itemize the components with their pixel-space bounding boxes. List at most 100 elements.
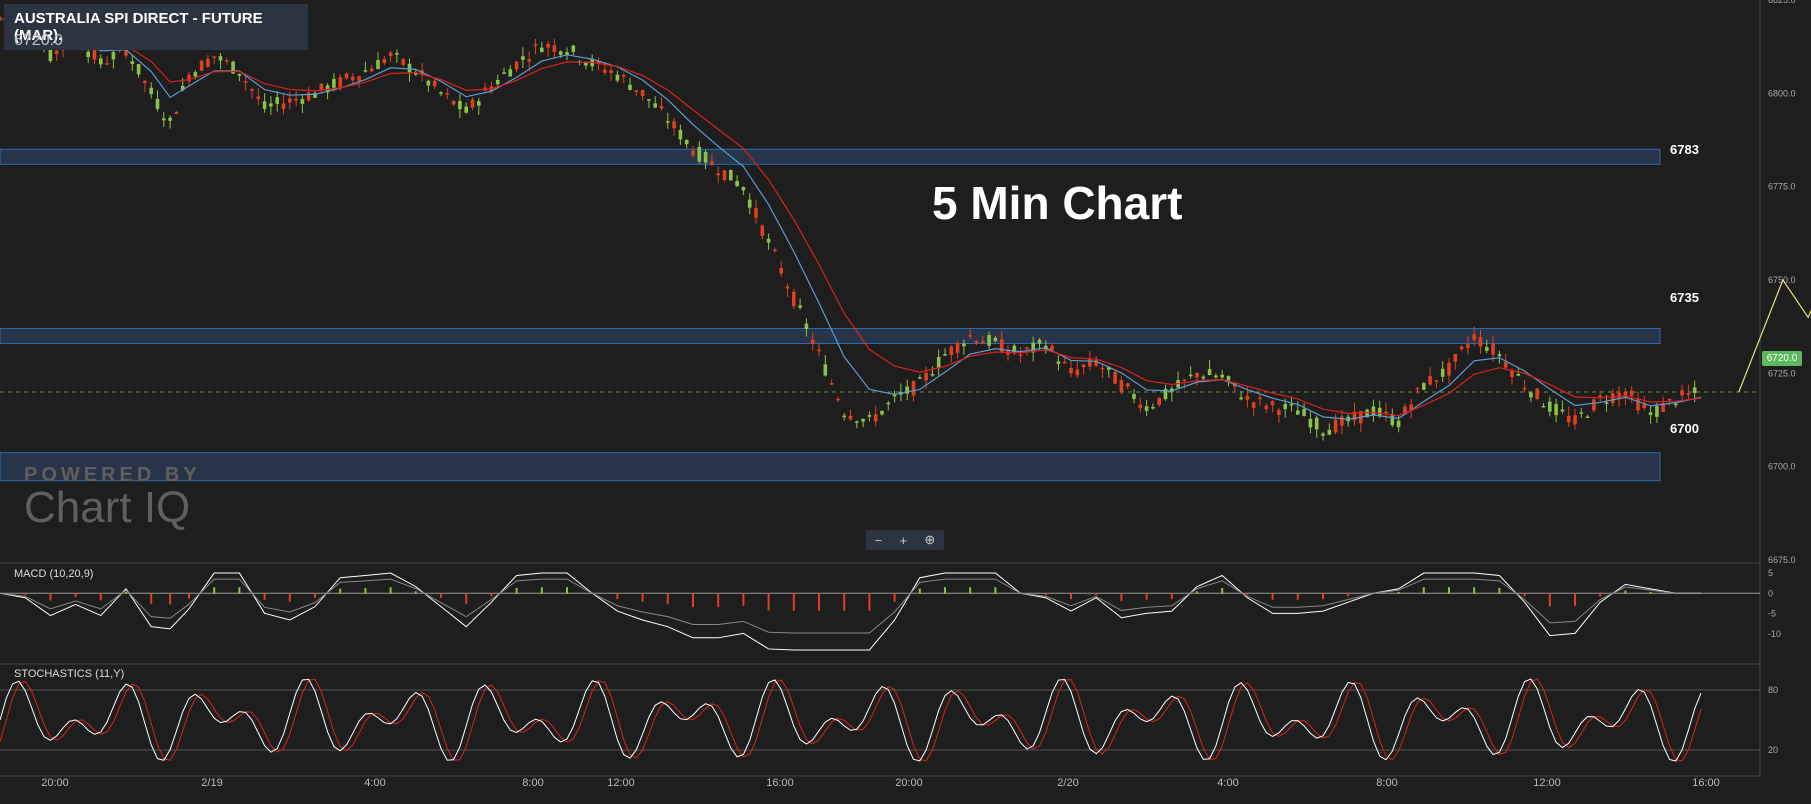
last-price: 6720.0 — [14, 32, 63, 49]
level-label-6783: 6783 — [1670, 142, 1699, 157]
candle-body — [1302, 408, 1306, 416]
candle-body — [111, 52, 116, 60]
candle-body — [1075, 369, 1080, 376]
macd-histogram-bar — [868, 593, 871, 611]
candle-body — [955, 342, 960, 353]
candle-body — [1592, 399, 1596, 411]
macd-histogram-bar — [1120, 593, 1123, 602]
macd-histogram-bar — [767, 593, 770, 611]
candle-body — [1491, 343, 1495, 355]
macd-histogram-bar — [843, 593, 846, 611]
candle-body — [546, 43, 550, 48]
candle-body — [993, 337, 998, 342]
macd-histogram-bar — [1448, 587, 1450, 594]
candle-body — [1516, 373, 1521, 376]
candle-body — [924, 372, 928, 381]
x-tick-label: 12:00 — [1533, 777, 1561, 789]
candle-body — [735, 181, 739, 187]
candle-body — [867, 415, 872, 417]
candle-body — [1566, 415, 1571, 423]
candle-body — [1642, 404, 1647, 409]
candle-body — [855, 421, 859, 423]
candle-body — [1617, 392, 1621, 399]
macd-histogram-bar — [1347, 593, 1350, 597]
candle-body — [729, 169, 733, 181]
candle-body — [1050, 345, 1054, 350]
macd-signal-line — [0, 578, 1701, 634]
candle-body — [861, 418, 865, 422]
stoch-k-line — [0, 678, 1702, 762]
candle-body — [1207, 369, 1212, 375]
candle-body — [1585, 416, 1590, 418]
macd-histogram-bar — [918, 588, 921, 594]
candle-body — [1485, 347, 1489, 351]
macd-histogram-bar — [792, 593, 795, 611]
candle-body — [710, 161, 714, 165]
candle-body — [1667, 398, 1672, 401]
macd-histogram-bar — [465, 593, 468, 604]
macd-histogram-bar — [994, 587, 997, 594]
candle-body — [458, 101, 462, 110]
candle-body — [262, 101, 267, 109]
candle-body — [829, 383, 834, 385]
candle-body — [930, 373, 935, 376]
candle-body — [1680, 390, 1684, 396]
candle-body — [338, 77, 342, 87]
candle-body — [1308, 418, 1313, 428]
stoch-tick-label: 20 — [1768, 745, 1778, 755]
candle-body — [999, 339, 1004, 353]
candle-body — [1245, 395, 1250, 400]
candle-body — [880, 410, 884, 415]
zoom-out-button[interactable]: − — [875, 533, 883, 548]
zoom-reset-button[interactable]: ⊕ — [924, 532, 935, 548]
macd-histogram-bar — [314, 593, 316, 598]
candle-body — [294, 98, 298, 101]
chart-annotation-title: 5 Min Chart — [932, 177, 1183, 229]
candle-body — [968, 335, 972, 337]
x-tick-label: 20:00 — [895, 777, 923, 789]
candle-body — [1182, 379, 1187, 382]
candle-body — [1428, 376, 1432, 385]
macd-histogram-bar — [641, 593, 644, 602]
candle-body — [842, 415, 846, 418]
candle-body — [817, 349, 821, 352]
macd-histogram-bar — [1322, 593, 1324, 600]
macd-histogram-bar — [1649, 591, 1652, 594]
candle-body — [432, 80, 437, 87]
macd-histogram-bar — [818, 593, 820, 611]
candle-body — [603, 69, 607, 73]
candle-body — [300, 99, 305, 104]
candle-body — [395, 53, 399, 55]
ema-slow-line — [0, 18, 1702, 417]
candle-body — [1151, 406, 1155, 409]
candle-body — [1648, 412, 1653, 416]
candle-body — [823, 364, 828, 376]
candle-body — [766, 238, 771, 243]
macd-histogram-bar — [969, 587, 972, 594]
candle-body — [1220, 374, 1224, 378]
candle-body — [130, 61, 135, 64]
candle-body — [1415, 387, 1420, 390]
candle-body — [1604, 402, 1609, 404]
candle-body — [187, 74, 191, 82]
level-zone — [0, 148, 1661, 165]
level-zone — [0, 452, 1661, 482]
y-tick-label: 6825.0 — [1768, 0, 1796, 5]
macd-histogram-bar — [616, 593, 619, 600]
candle-body — [401, 58, 405, 65]
candle-body — [1674, 403, 1678, 406]
candle-body — [666, 121, 670, 123]
zoom-in-button[interactable]: + — [900, 533, 908, 548]
candle-body — [1144, 406, 1149, 411]
y-tick-label: 6775.0 — [1768, 182, 1796, 192]
candle-body — [987, 334, 991, 346]
candle-body — [99, 58, 103, 65]
chart-canvas: 6825.06800.06775.06750.06725.06700.06675… — [0, 0, 1811, 789]
candle-body — [1535, 388, 1539, 399]
candle-body — [48, 48, 53, 61]
candle-body — [1327, 429, 1332, 435]
macd-histogram-bar — [742, 593, 745, 606]
x-tick-label: 20:00 — [41, 777, 69, 789]
candle-body — [212, 56, 216, 58]
candle-body — [86, 51, 90, 58]
